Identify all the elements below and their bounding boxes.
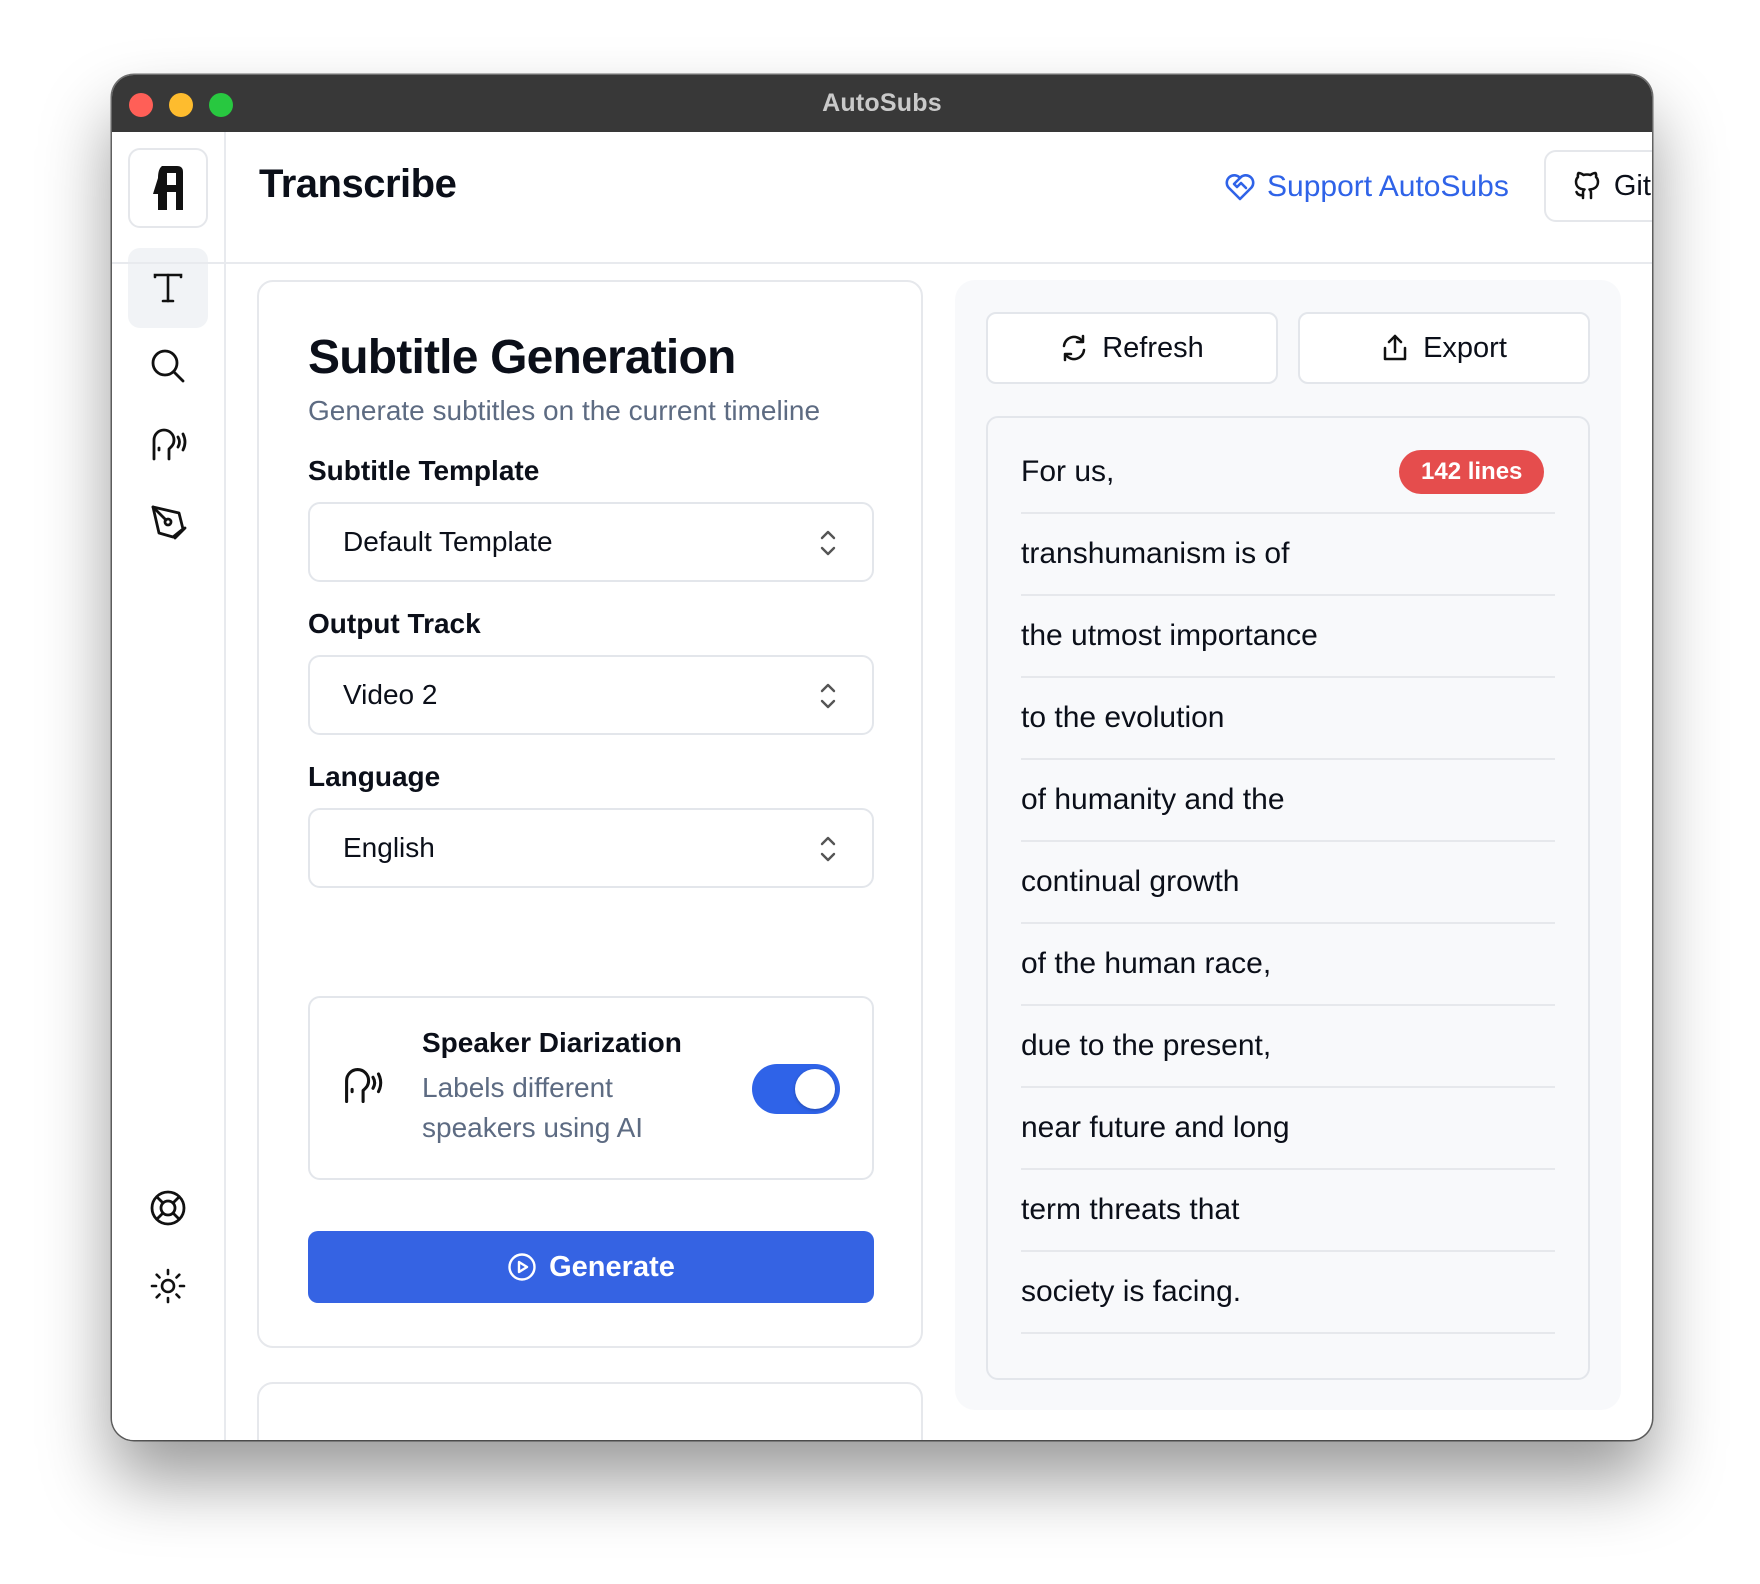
list-item[interactable]: transhumanism is of [1021, 514, 1555, 596]
app-logo[interactable] [128, 148, 208, 228]
subtitle-generation-card: Subtitle Generation Generate subtitles o… [257, 280, 923, 1348]
list-item[interactable]: of the human race, [1021, 924, 1555, 1006]
page-title: Transcribe [259, 162, 457, 206]
heart-handshake-icon [1225, 174, 1255, 201]
refresh-label: Refresh [1102, 331, 1204, 364]
list-item[interactable]: society is facing. [1021, 1252, 1555, 1334]
chevron-up-down-icon [820, 836, 836, 862]
window-title: AutoSubs [822, 89, 942, 117]
language-select[interactable]: English [308, 808, 874, 888]
theme-toggle-button[interactable] [128, 1246, 208, 1326]
list-item[interactable]: due to the present, [1021, 1006, 1555, 1088]
maximize-window-button[interactable] [209, 93, 233, 117]
toggle-knob [795, 1069, 835, 1109]
sun-icon [150, 1268, 186, 1304]
pen-tool-icon [151, 505, 187, 540]
template-select[interactable]: Default Template [308, 502, 874, 582]
text-t-icon [153, 273, 183, 303]
window-controls [129, 93, 233, 117]
sidebar-item-search[interactable] [128, 326, 208, 406]
transcript-panel: Refresh Export 142 lines For us, transhu… [955, 280, 1621, 1410]
output-track-select[interactable]: Video 2 [308, 655, 874, 735]
list-item[interactable]: near future and long [1021, 1088, 1555, 1170]
list-item[interactable]: For us, [1021, 432, 1555, 514]
minimize-window-button[interactable] [169, 93, 193, 117]
support-autosubs-link[interactable]: Support AutoSubs [1225, 164, 1509, 210]
diarization-description: Labels different speakers using AI [422, 1072, 644, 1143]
sidebar-item-edit[interactable] [128, 482, 208, 562]
advanced-settings-card [257, 1382, 923, 1440]
template-label: Subtitle Template [308, 455, 540, 486]
list-item[interactable]: of humanity and the [1021, 760, 1555, 842]
list-item[interactable]: to the evolution [1021, 678, 1555, 760]
track-value: Video 2 [343, 679, 438, 710]
diarization-toggle[interactable] [752, 1064, 840, 1114]
search-icon [151, 349, 185, 383]
support-label: Support AutoSubs [1267, 170, 1509, 203]
share-upload-icon [1383, 334, 1407, 361]
refresh-icon [1062, 334, 1086, 362]
generate-label: Generate [549, 1250, 675, 1283]
github-label: GitHub [1613, 169, 1652, 202]
export-button[interactable]: Export [1298, 312, 1590, 384]
speaker-diarization-option: Speaker Diarization Labels different spe… [308, 996, 874, 1180]
sidebar-item-speakers[interactable] [128, 404, 208, 484]
lifebuoy-icon [150, 1190, 186, 1226]
sidebar-item-help[interactable] [128, 1168, 208, 1248]
sidebar-item-transcribe[interactable] [128, 248, 208, 328]
autosubs-logo-icon [153, 166, 183, 210]
template-value: Default Template [343, 526, 553, 557]
card-title: Subtitle Generation [308, 331, 736, 384]
github-icon [1574, 171, 1600, 200]
generate-button[interactable]: Generate [308, 1231, 874, 1303]
language-label: Language [308, 761, 441, 792]
track-label: Output Track [308, 608, 481, 639]
app-window: AutoSubs Transcribe Support AutoSubs Git… [112, 75, 1652, 1440]
diarization-title: Speaker Diarization [422, 1027, 682, 1058]
close-window-button[interactable] [129, 93, 153, 117]
speaking-head-icon [345, 1068, 383, 1104]
list-item[interactable]: continual growth [1021, 842, 1555, 924]
sidebar [112, 132, 226, 1440]
language-value: English [343, 832, 435, 863]
header-divider [112, 262, 1652, 264]
list-item[interactable]: term threats that [1021, 1170, 1555, 1252]
title-bar: AutoSubs [112, 75, 1652, 132]
github-button[interactable]: GitHub [1544, 150, 1652, 222]
card-subtitle: Generate subtitles on the current timeli… [308, 395, 821, 426]
export-label: Export [1423, 331, 1507, 364]
speaking-head-icon [152, 428, 187, 461]
play-circle-icon [508, 1253, 536, 1281]
refresh-button[interactable]: Refresh [986, 312, 1278, 384]
chevron-up-down-icon [820, 530, 836, 556]
top-header: Transcribe Support AutoSubs GitHub [226, 132, 1652, 244]
subtitle-lines-list: 142 lines For us, transhumanism is of th… [986, 416, 1590, 1380]
list-item[interactable]: the utmost importance [1021, 596, 1555, 678]
chevron-up-down-icon [820, 683, 836, 709]
